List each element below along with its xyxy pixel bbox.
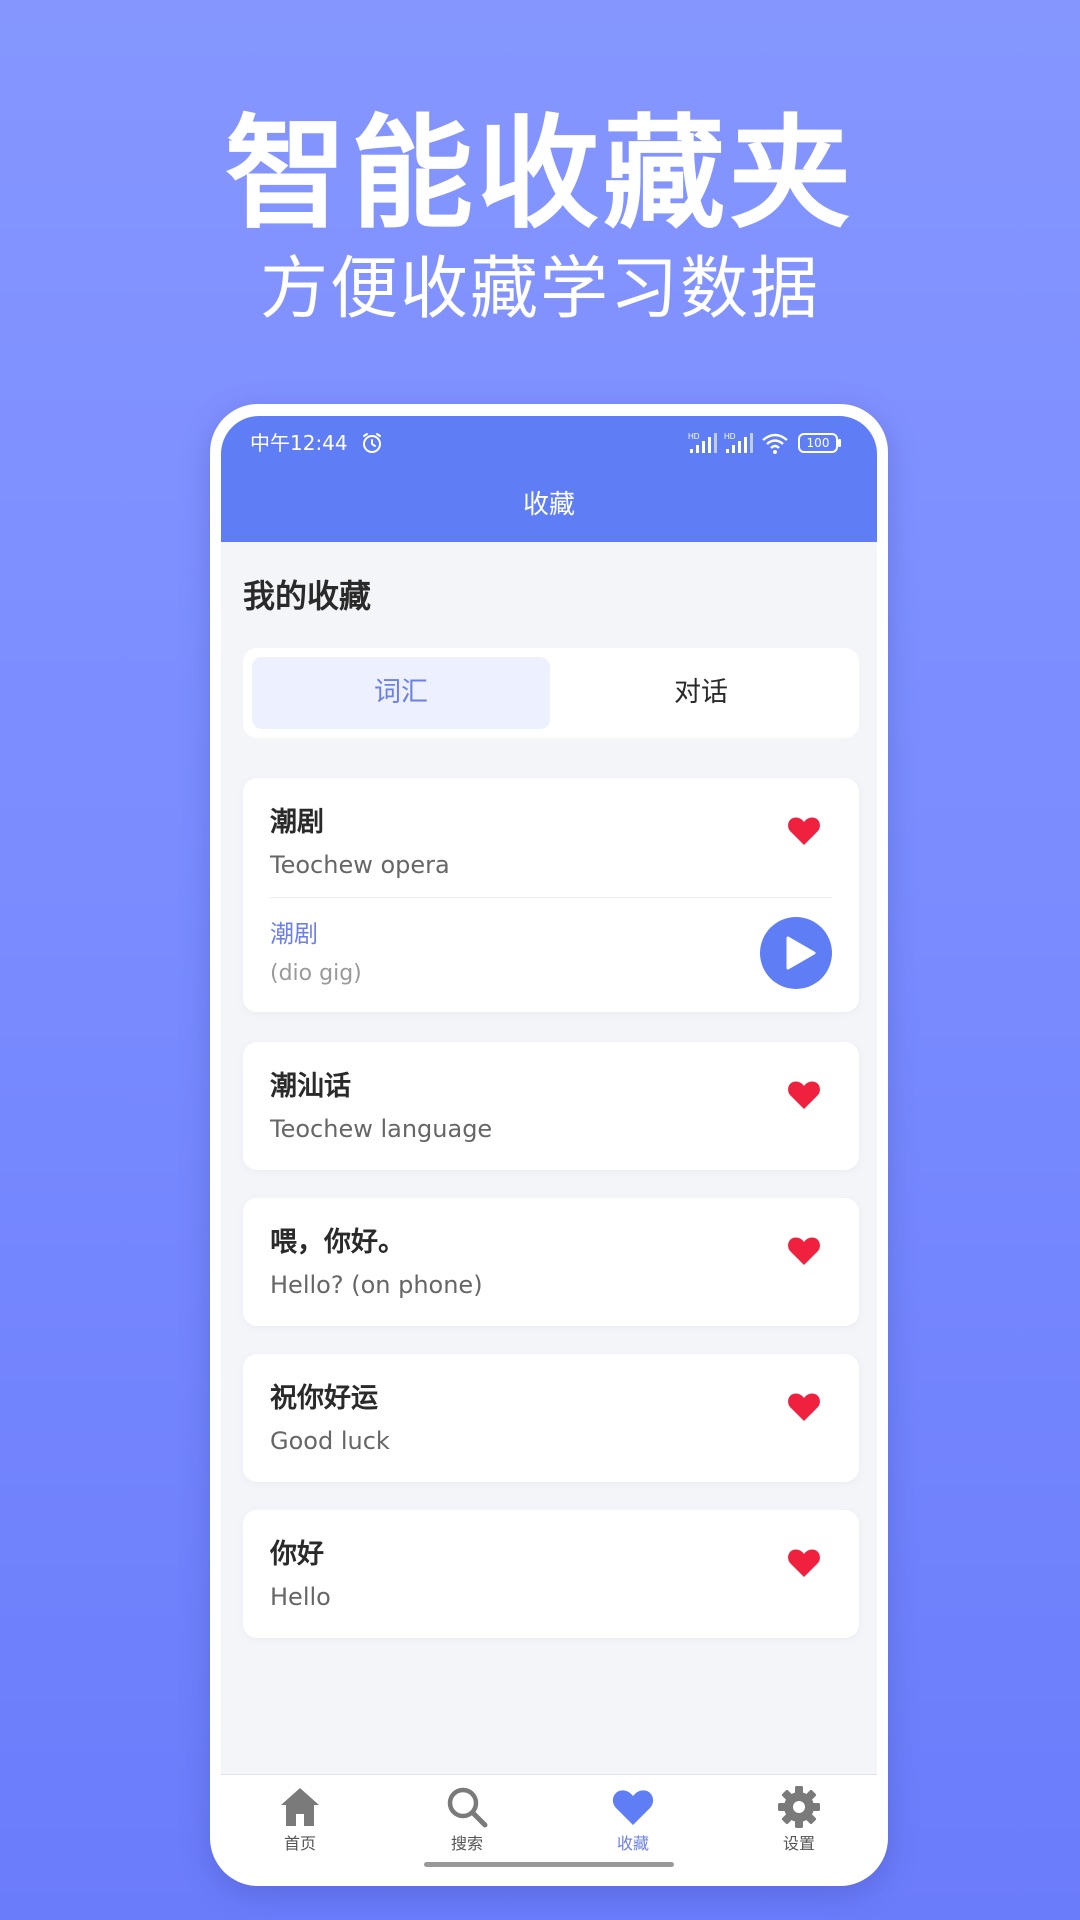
wifi-icon bbox=[762, 433, 788, 454]
promo-subtitle: 方便收藏学习数据 bbox=[259, 250, 820, 329]
favorite-card[interactable]: 潮汕话 Teochew language bbox=[243, 1042, 859, 1170]
tab-vocabulary[interactable]: 词汇 bbox=[252, 657, 550, 729]
home-icon bbox=[281, 1788, 319, 1826]
heart-icon[interactable] bbox=[787, 1236, 821, 1266]
nav-label: 收藏 bbox=[616, 1834, 649, 1853]
card-meaning: Hello? (on phone) bbox=[270, 1271, 483, 1299]
signal-hd-label: HD bbox=[724, 432, 736, 441]
play-icon bbox=[786, 936, 816, 970]
status-bar: 中午12:44 HD HD 100 bbox=[221, 416, 877, 468]
cell-signal-icon: HD bbox=[688, 432, 717, 453]
nav-settings[interactable]: 设置 bbox=[739, 1781, 859, 1861]
nav-home[interactable]: 首页 bbox=[240, 1781, 360, 1861]
search-icon bbox=[447, 1787, 488, 1828]
card-meaning: Good luck bbox=[270, 1427, 390, 1455]
heart-icon[interactable] bbox=[787, 1392, 821, 1422]
card-divider bbox=[270, 897, 832, 898]
app-header-title: 收藏 bbox=[221, 468, 877, 542]
heart-icon[interactable] bbox=[787, 816, 821, 846]
gear-icon bbox=[778, 1786, 820, 1828]
nav-label: 搜索 bbox=[450, 1834, 483, 1853]
signal-hd-label: HD bbox=[688, 432, 700, 441]
alarm-icon bbox=[363, 433, 381, 453]
battery-level: 100 bbox=[806, 436, 830, 450]
card-word: 你好 bbox=[270, 1539, 324, 1570]
bottom-nav: 首页 搜索 收藏 设置 bbox=[221, 1774, 877, 1874]
romanization: (dio gig) bbox=[270, 961, 362, 986]
favorite-card[interactable]: 喂，你好。 Hello? (on phone) bbox=[243, 1198, 859, 1326]
category-tabs: 词汇 对话 bbox=[243, 648, 859, 738]
card-word: 喂，你好。 bbox=[270, 1227, 405, 1258]
cell-signal-icon: HD bbox=[724, 432, 753, 453]
heart-icon[interactable] bbox=[787, 1548, 821, 1578]
nav-search[interactable]: 搜索 bbox=[407, 1781, 527, 1861]
status-time: 中午12:44 bbox=[250, 431, 348, 455]
heart-icon[interactable] bbox=[787, 1080, 821, 1110]
card-word: 潮剧 bbox=[270, 807, 324, 838]
card-word: 祝你好运 bbox=[270, 1383, 378, 1414]
promo-title: 智能收藏夹 bbox=[225, 103, 855, 245]
app-screen: 中午12:44 HD HD 100 收藏 我的收藏 词汇 对话 潮剧 Teoch… bbox=[221, 416, 877, 1874]
nav-label: 首页 bbox=[283, 1834, 316, 1853]
section-title: 我的收藏 bbox=[243, 577, 372, 615]
card-meaning: Hello bbox=[270, 1583, 331, 1611]
favorite-card[interactable]: 潮剧 Teochew opera 潮剧 (dio gig) bbox=[243, 778, 859, 1012]
nav-favorites[interactable]: 收藏 bbox=[573, 1781, 693, 1861]
card-word: 潮汕话 bbox=[270, 1071, 351, 1102]
tab-dialogue[interactable]: 对话 bbox=[552, 657, 850, 729]
play-audio-button[interactable] bbox=[760, 917, 832, 989]
favorite-card[interactable]: 祝你好运 Good luck bbox=[243, 1354, 859, 1482]
favorite-card[interactable]: 你好 Hello bbox=[243, 1510, 859, 1638]
home-indicator[interactable] bbox=[424, 1862, 674, 1867]
card-meaning: Teochew language bbox=[270, 1115, 493, 1143]
heart-icon bbox=[612, 1790, 654, 1825]
phone-frame: 中午12:44 HD HD 100 收藏 我的收藏 词汇 对话 潮剧 Teoch… bbox=[210, 404, 888, 1886]
card-meaning: Teochew opera bbox=[270, 851, 450, 879]
nav-label: 设置 bbox=[782, 1834, 815, 1853]
dialect-word: 潮剧 bbox=[270, 920, 318, 948]
